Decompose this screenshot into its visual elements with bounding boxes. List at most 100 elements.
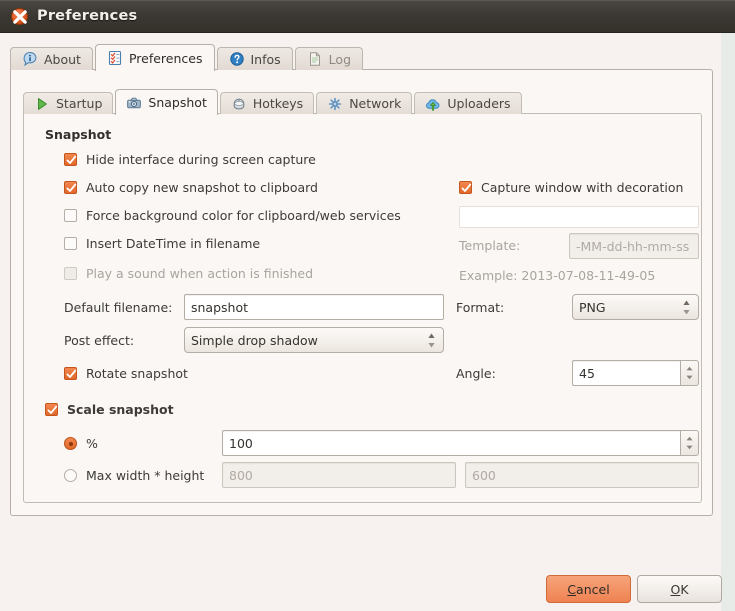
- chevron-up-icon[interactable]: [685, 436, 694, 441]
- ok-button[interactable]: OK: [637, 575, 722, 603]
- subtab-network-label: Network: [349, 96, 402, 111]
- rotate-snapshot-label: Rotate snapshot: [86, 366, 188, 381]
- rotate-snapshot-checkbox-row[interactable]: Rotate snapshot: [64, 366, 188, 381]
- tab-preferences[interactable]: Preferences: [94, 44, 215, 71]
- preferences-window: Preferences About Preferences Infos Log …: [0, 0, 735, 611]
- capture-decoration-checkbox[interactable]: [459, 181, 472, 194]
- preferences-panel: Startup Snapshot Hotkeys Network Uploade…: [10, 69, 713, 516]
- tab-about-label: About: [44, 51, 81, 67]
- post-effect-label: Post effect:: [64, 333, 135, 348]
- insert-datetime-checkbox[interactable]: [64, 237, 77, 250]
- mouse-icon: [233, 98, 245, 109]
- scale-percent-spin-buttons[interactable]: [680, 430, 699, 456]
- camera-icon: [127, 97, 142, 108]
- capture-decoration-checkbox-row[interactable]: Capture window with decoration: [459, 180, 683, 195]
- angle-value[interactable]: 45: [572, 360, 680, 386]
- help-icon: [229, 52, 244, 66]
- datetime-example-label: Example: 2013-07-08-11-49-05: [459, 268, 656, 283]
- scale-maxwh-radio[interactable]: [64, 469, 77, 482]
- scale-maxwh-label: Max width * height: [86, 468, 205, 483]
- hide-interface-label: Hide interface during screen capture: [86, 152, 316, 167]
- snapshot-group-title: Snapshot: [45, 127, 112, 142]
- angle-label: Angle:: [456, 366, 496, 381]
- subtab-network[interactable]: Network: [316, 92, 413, 114]
- check-glyph: [47, 405, 58, 414]
- scale-percent-spinbox[interactable]: 100: [222, 430, 699, 456]
- force-bg-color-label: Force background color for clipboard/web…: [86, 208, 401, 223]
- template-label: Template:: [459, 238, 521, 253]
- check-glyph: [461, 183, 472, 192]
- hide-interface-checkbox[interactable]: [64, 153, 77, 166]
- scale-maxwh-radio-row[interactable]: Max width * height: [64, 468, 204, 483]
- tab-preferences-label: Preferences: [128, 50, 203, 66]
- subtab-hotkeys[interactable]: Hotkeys: [219, 92, 315, 114]
- ok-accel: O: [670, 581, 681, 597]
- tab-infos[interactable]: Infos: [216, 47, 293, 70]
- rotate-snapshot-checkbox[interactable]: [64, 367, 77, 380]
- scale-percent-value[interactable]: 100: [222, 430, 680, 456]
- tab-log[interactable]: Log: [294, 47, 363, 70]
- outer-tab-bar: About Preferences Infos Log: [10, 43, 365, 71]
- close-glyph: [12, 9, 27, 24]
- info-icon: [23, 51, 37, 67]
- chevron-updown-icon: [682, 299, 691, 319]
- scale-snapshot-checkbox-row[interactable]: Scale snapshot: [45, 402, 174, 417]
- subtab-uploaders[interactable]: Uploaders: [414, 92, 522, 114]
- scale-snapshot-checkbox[interactable]: [45, 403, 58, 416]
- format-combobox[interactable]: PNG: [572, 294, 699, 320]
- chevron-updown-icon: [427, 332, 436, 352]
- scale-max-height-input[interactable]: 600: [465, 462, 699, 488]
- document-icon: [309, 52, 320, 66]
- spin-arrows-glyph: [428, 333, 435, 348]
- angle-spinbox[interactable]: 45: [572, 360, 699, 386]
- hide-interface-checkbox-row[interactable]: Hide interface during screen capture: [64, 152, 316, 167]
- insert-datetime-checkbox-row[interactable]: Insert DateTime in filename: [64, 236, 260, 251]
- check-glyph: [66, 183, 77, 192]
- ok-button-label: OK: [670, 582, 688, 597]
- network-icon: [328, 97, 342, 110]
- inner-tab-bar: Startup Snapshot Hotkeys Network Uploade…: [23, 88, 524, 115]
- auto-copy-checkbox[interactable]: [64, 181, 77, 194]
- subtab-snapshot-label: Snapshot: [148, 95, 207, 110]
- tab-log-label: Log: [328, 51, 351, 67]
- subtab-hotkeys-label: Hotkeys: [252, 96, 304, 111]
- format-label: Format:: [456, 300, 505, 315]
- scale-snapshot-label: Scale snapshot: [67, 402, 174, 417]
- template-field[interactable]: -MM-dd-hh-mm-ss: [569, 233, 699, 259]
- default-filename-input[interactable]: snapshot: [184, 294, 444, 320]
- scale-percent-label: %: [86, 436, 98, 451]
- snapshot-settings-panel: Snapshot Hide interface during screen ca…: [23, 113, 702, 503]
- ok-suffix: K: [680, 581, 689, 597]
- chevron-down-icon[interactable]: [685, 375, 694, 380]
- cancel-button[interactable]: Cancel: [546, 575, 631, 603]
- angle-spin-buttons[interactable]: [680, 360, 699, 386]
- scale-max-width-input[interactable]: 800: [222, 462, 456, 488]
- force-bg-color-checkbox[interactable]: [64, 209, 77, 222]
- cancel-suffix: ancel: [576, 581, 610, 597]
- subtab-uploaders-label: Uploaders: [447, 96, 511, 111]
- scale-percent-radio[interactable]: [64, 437, 77, 450]
- play-icon: [38, 97, 47, 110]
- close-icon[interactable]: [11, 8, 28, 25]
- play-sound-checkbox-row: Play a sound when action is finished: [64, 266, 313, 281]
- auto-copy-checkbox-row[interactable]: Auto copy new snapshot to clipboard: [64, 180, 318, 195]
- post-effect-combobox[interactable]: Simple drop shadow: [184, 327, 444, 353]
- check-glyph: [66, 155, 77, 164]
- play-sound-label: Play a sound when action is finished: [86, 266, 314, 281]
- subtab-startup[interactable]: Startup: [23, 92, 114, 114]
- background-color-field[interactable]: [459, 206, 699, 228]
- format-value: PNG: [579, 299, 606, 315]
- window-title: Preferences: [37, 8, 138, 24]
- check-glyph: [66, 369, 77, 378]
- scale-percent-radio-row[interactable]: %: [64, 436, 98, 451]
- checklist-icon: [108, 50, 122, 66]
- cancel-button-label: Cancel: [567, 582, 609, 597]
- tab-about[interactable]: About: [10, 47, 93, 70]
- chevron-up-icon[interactable]: [685, 366, 694, 371]
- chevron-down-icon[interactable]: [685, 445, 694, 450]
- spin-arrows-glyph: [683, 300, 690, 315]
- force-bg-color-checkbox-row[interactable]: Force background color for clipboard/web…: [64, 208, 401, 223]
- default-filename-label: Default filename:: [64, 300, 173, 315]
- cloud-upload-icon: [426, 98, 440, 111]
- subtab-snapshot[interactable]: Snapshot: [115, 89, 218, 115]
